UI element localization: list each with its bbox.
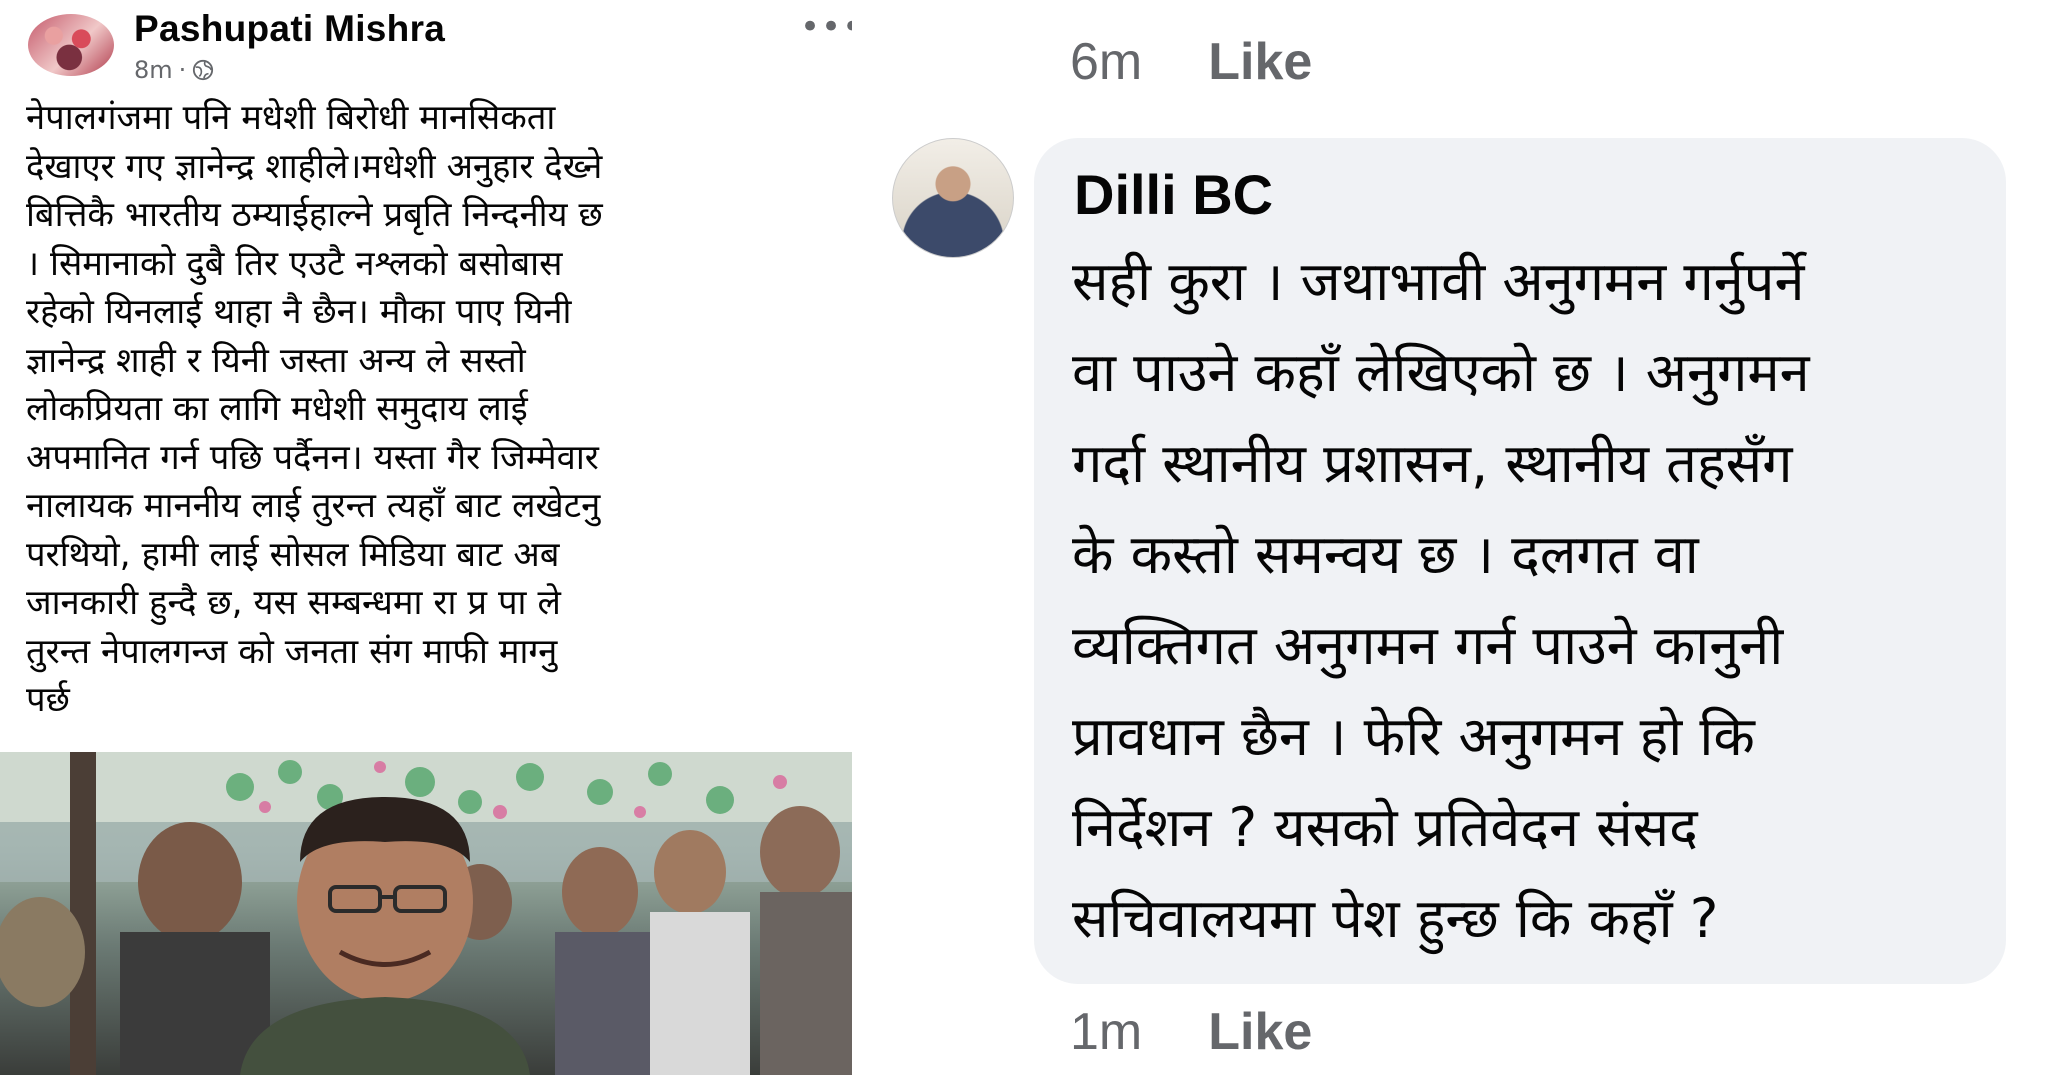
comment-time[interactable]: 1m — [1070, 1002, 1142, 1062]
more-options-icon[interactable]: ••• — [800, 10, 852, 44]
previous-comment-actions: 6m Like — [1070, 32, 1312, 92]
post-meta: 8m · — [134, 56, 214, 84]
post-text: नेपालगंजमा पनि मधेशी बिरोधी मानसिकता देख… — [26, 98, 603, 720]
author-avatar[interactable] — [28, 14, 114, 76]
commenter-avatar[interactable] — [892, 138, 1014, 258]
post-photo-scene — [0, 752, 852, 1075]
post-header: Pashupati Mishra 8m · ••• — [0, 0, 852, 90]
post-time[interactable]: 8m — [134, 56, 173, 84]
comment-text: सही कुरा । जथाभावी अनुगमन गर्नुपर्ने वा … — [1072, 250, 1810, 950]
globe-icon[interactable] — [192, 59, 214, 81]
meta-separator: · — [178, 56, 187, 84]
comment-like-button[interactable]: Like — [1208, 1002, 1312, 1062]
previous-comment-time[interactable]: 6m — [1070, 32, 1142, 92]
comment-actions: 1m Like — [1070, 1002, 1312, 1062]
comment-bubble: Dilli BC सही कुरा । जथाभावी अनुगमन गर्नु… — [1034, 138, 2006, 984]
facebook-post: Pashupati Mishra 8m · ••• नेपालगंजमा पनि… — [0, 0, 852, 1075]
post-photo[interactable] — [0, 752, 852, 1075]
author-name[interactable]: Pashupati Mishra — [134, 8, 445, 50]
comment-panel: 6m Like Dilli BC सही कुरा । जथाभावी अनुग… — [852, 0, 2048, 1075]
commenter-name[interactable]: Dilli BC — [1074, 162, 1273, 227]
previous-comment-like-button[interactable]: Like — [1208, 32, 1312, 92]
